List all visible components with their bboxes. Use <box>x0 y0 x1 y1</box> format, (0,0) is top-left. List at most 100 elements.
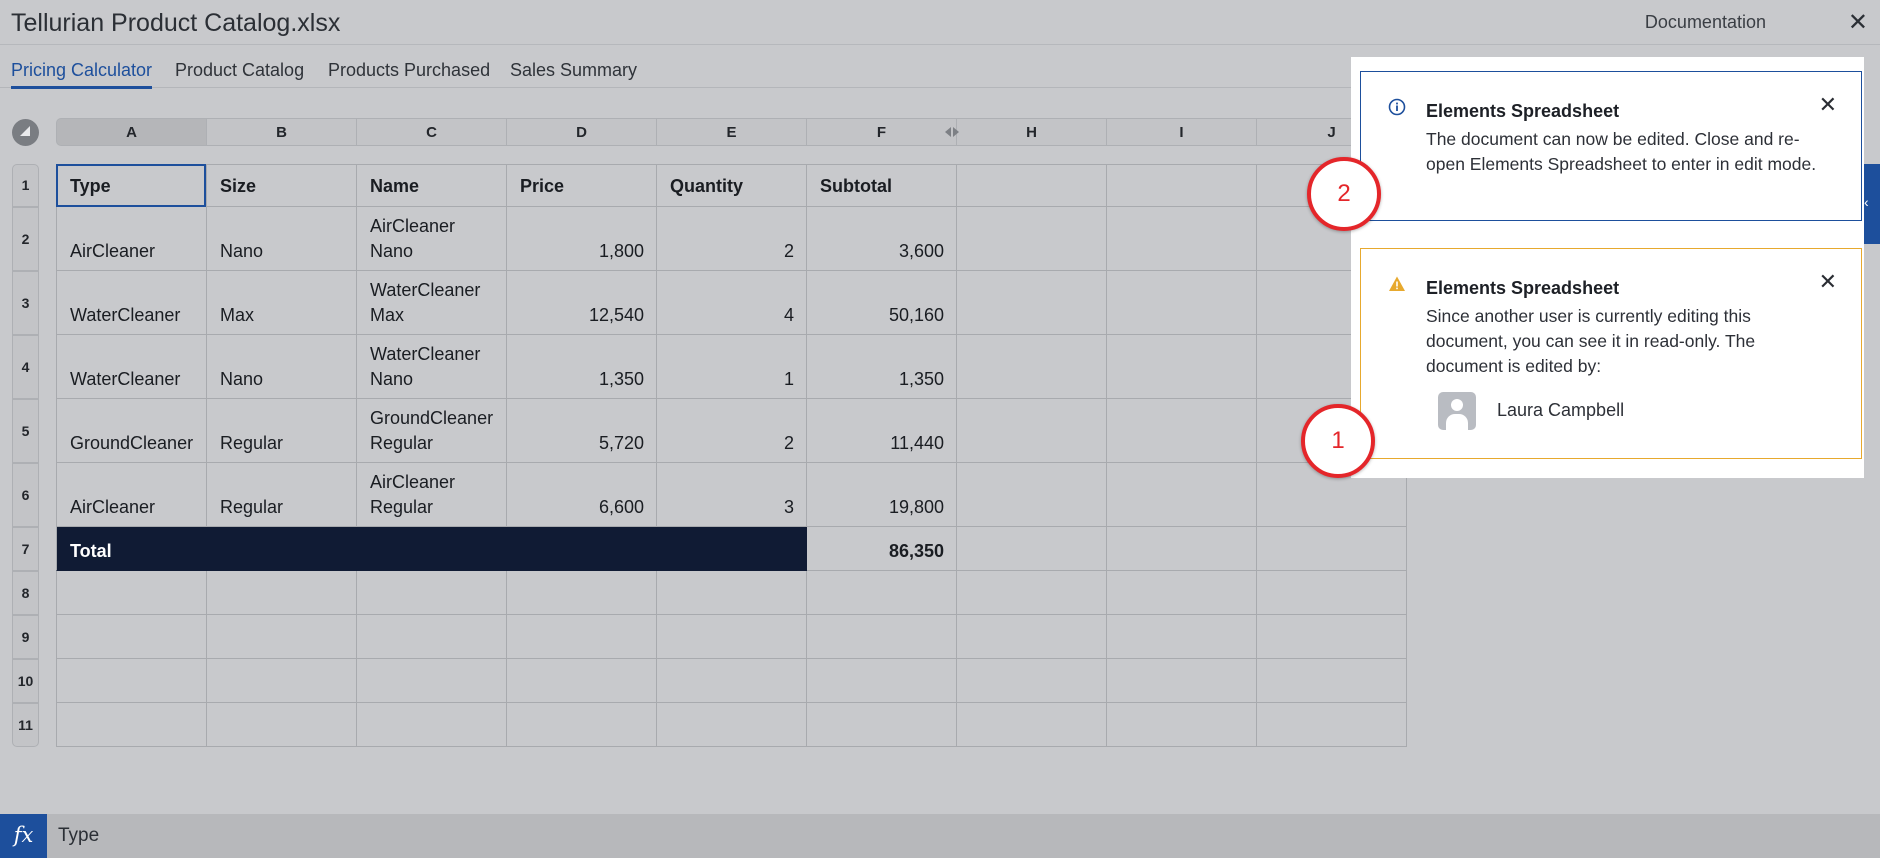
table-cell[interactable]: AirCleaner Regular <box>357 463 507 527</box>
table-cell[interactable]: 3,600 <box>807 207 957 271</box>
total-label-cell[interactable]: Total <box>56 527 807 571</box>
table-cell[interactable]: 50,160 <box>807 271 957 335</box>
row-header-1[interactable]: 1 <box>12 164 39 207</box>
table-cell[interactable] <box>1107 527 1257 571</box>
table-cell[interactable]: 2 <box>657 399 807 463</box>
table-cell[interactable] <box>1107 571 1257 615</box>
table-cell[interactable]: 11,440 <box>807 399 957 463</box>
table-cell[interactable]: WaterCleaner Nano <box>357 335 507 399</box>
table-cell[interactable] <box>957 615 1107 659</box>
column-title-cell[interactable]: Quantity <box>657 164 807 207</box>
table-cell[interactable] <box>807 571 957 615</box>
table-cell[interactable] <box>657 703 807 747</box>
table-cell[interactable] <box>1257 527 1407 571</box>
row-header-2[interactable]: 2 <box>12 207 39 271</box>
table-cell[interactable]: GroundCleaner <box>56 399 207 463</box>
table-cell[interactable]: WaterCleaner <box>56 271 207 335</box>
table-cell[interactable] <box>507 703 657 747</box>
table-cell[interactable] <box>207 615 357 659</box>
table-cell[interactable] <box>56 659 207 703</box>
table-cell[interactable]: AirCleaner <box>56 463 207 527</box>
table-cell[interactable]: 12,540 <box>507 271 657 335</box>
table-cell[interactable]: Regular <box>207 399 357 463</box>
table-cell[interactable]: 1,800 <box>507 207 657 271</box>
column-title-cell[interactable]: Price <box>507 164 657 207</box>
table-cell[interactable]: GroundCleaner Regular <box>357 399 507 463</box>
table-cell[interactable] <box>1257 703 1407 747</box>
table-cell[interactable]: 1,350 <box>807 335 957 399</box>
row-header-11[interactable]: 11 <box>12 703 39 747</box>
tab-pricing-calculator[interactable]: Pricing Calculator <box>11 60 153 89</box>
table-cell[interactable]: Max <box>207 271 357 335</box>
table-cell[interactable]: 4 <box>657 271 807 335</box>
table-cell[interactable] <box>957 703 1107 747</box>
column-header-h[interactable]: H <box>957 118 1107 146</box>
table-cell[interactable] <box>957 659 1107 703</box>
close-window-icon[interactable]: ✕ <box>1848 8 1868 37</box>
table-cell[interactable] <box>807 659 957 703</box>
table-cell[interactable] <box>357 571 507 615</box>
table-cell[interactable]: 5,720 <box>507 399 657 463</box>
table-cell[interactable] <box>1107 164 1257 207</box>
close-icon[interactable]: ✕ <box>1819 92 1837 118</box>
table-cell[interactable]: WaterCleaner Max <box>357 271 507 335</box>
table-cell[interactable]: Nano <box>207 335 357 399</box>
table-cell[interactable] <box>957 207 1107 271</box>
table-cell[interactable] <box>1257 659 1407 703</box>
table-cell[interactable] <box>807 703 957 747</box>
row-header-10[interactable]: 10 <box>12 659 39 703</box>
table-cell[interactable] <box>357 659 507 703</box>
table-cell[interactable] <box>1107 615 1257 659</box>
table-cell[interactable] <box>56 571 207 615</box>
documentation-link[interactable]: Documentation <box>1645 12 1766 33</box>
table-cell[interactable] <box>207 659 357 703</box>
select-all-corner[interactable] <box>12 119 39 146</box>
table-cell[interactable] <box>1107 335 1257 399</box>
table-cell[interactable] <box>957 399 1107 463</box>
table-cell[interactable]: 19,800 <box>807 463 957 527</box>
table-cell[interactable]: 2 <box>657 207 807 271</box>
total-value-cell[interactable]: 86,350 <box>807 527 957 571</box>
table-cell[interactable] <box>657 659 807 703</box>
table-cell[interactable]: AirCleaner Nano <box>357 207 507 271</box>
table-cell[interactable]: Nano <box>207 207 357 271</box>
table-cell[interactable] <box>1257 571 1407 615</box>
formula-input[interactable]: Type <box>58 825 99 847</box>
tab-product-catalog[interactable]: Product Catalog <box>175 60 304 81</box>
table-cell[interactable] <box>657 571 807 615</box>
table-cell[interactable] <box>1107 463 1257 527</box>
row-header-9[interactable]: 9 <box>12 615 39 659</box>
table-cell[interactable]: Regular <box>207 463 357 527</box>
table-cell[interactable] <box>957 271 1107 335</box>
table-cell[interactable] <box>957 164 1107 207</box>
table-cell[interactable] <box>207 703 357 747</box>
row-header-3[interactable]: 3 <box>12 271 39 335</box>
table-cell[interactable]: 6,600 <box>507 463 657 527</box>
table-cell[interactable] <box>957 571 1107 615</box>
column-header-b[interactable]: B <box>207 118 357 146</box>
table-cell[interactable] <box>1257 615 1407 659</box>
column-header-e[interactable]: E <box>657 118 807 146</box>
row-header-8[interactable]: 8 <box>12 571 39 615</box>
table-cell[interactable]: 3 <box>657 463 807 527</box>
column-title-cell[interactable]: Subtotal <box>807 164 957 207</box>
table-cell[interactable] <box>1107 399 1257 463</box>
table-cell[interactable] <box>507 615 657 659</box>
table-cell[interactable] <box>507 571 657 615</box>
column-header-f[interactable]: F <box>807 118 957 146</box>
row-header-4[interactable]: 4 <box>12 335 39 399</box>
table-cell[interactable] <box>357 615 507 659</box>
table-cell[interactable] <box>1107 659 1257 703</box>
row-header-5[interactable]: 5 <box>12 399 39 463</box>
table-cell[interactable] <box>807 615 957 659</box>
table-cell[interactable] <box>207 571 357 615</box>
close-icon[interactable]: ✕ <box>1819 269 1837 295</box>
column-header-d[interactable]: D <box>507 118 657 146</box>
table-cell[interactable] <box>507 659 657 703</box>
table-cell[interactable] <box>957 335 1107 399</box>
table-cell[interactable] <box>1107 207 1257 271</box>
table-cell[interactable] <box>56 615 207 659</box>
table-cell[interactable] <box>957 527 1107 571</box>
table-cell[interactable]: AirCleaner <box>56 207 207 271</box>
table-cell[interactable] <box>357 703 507 747</box>
